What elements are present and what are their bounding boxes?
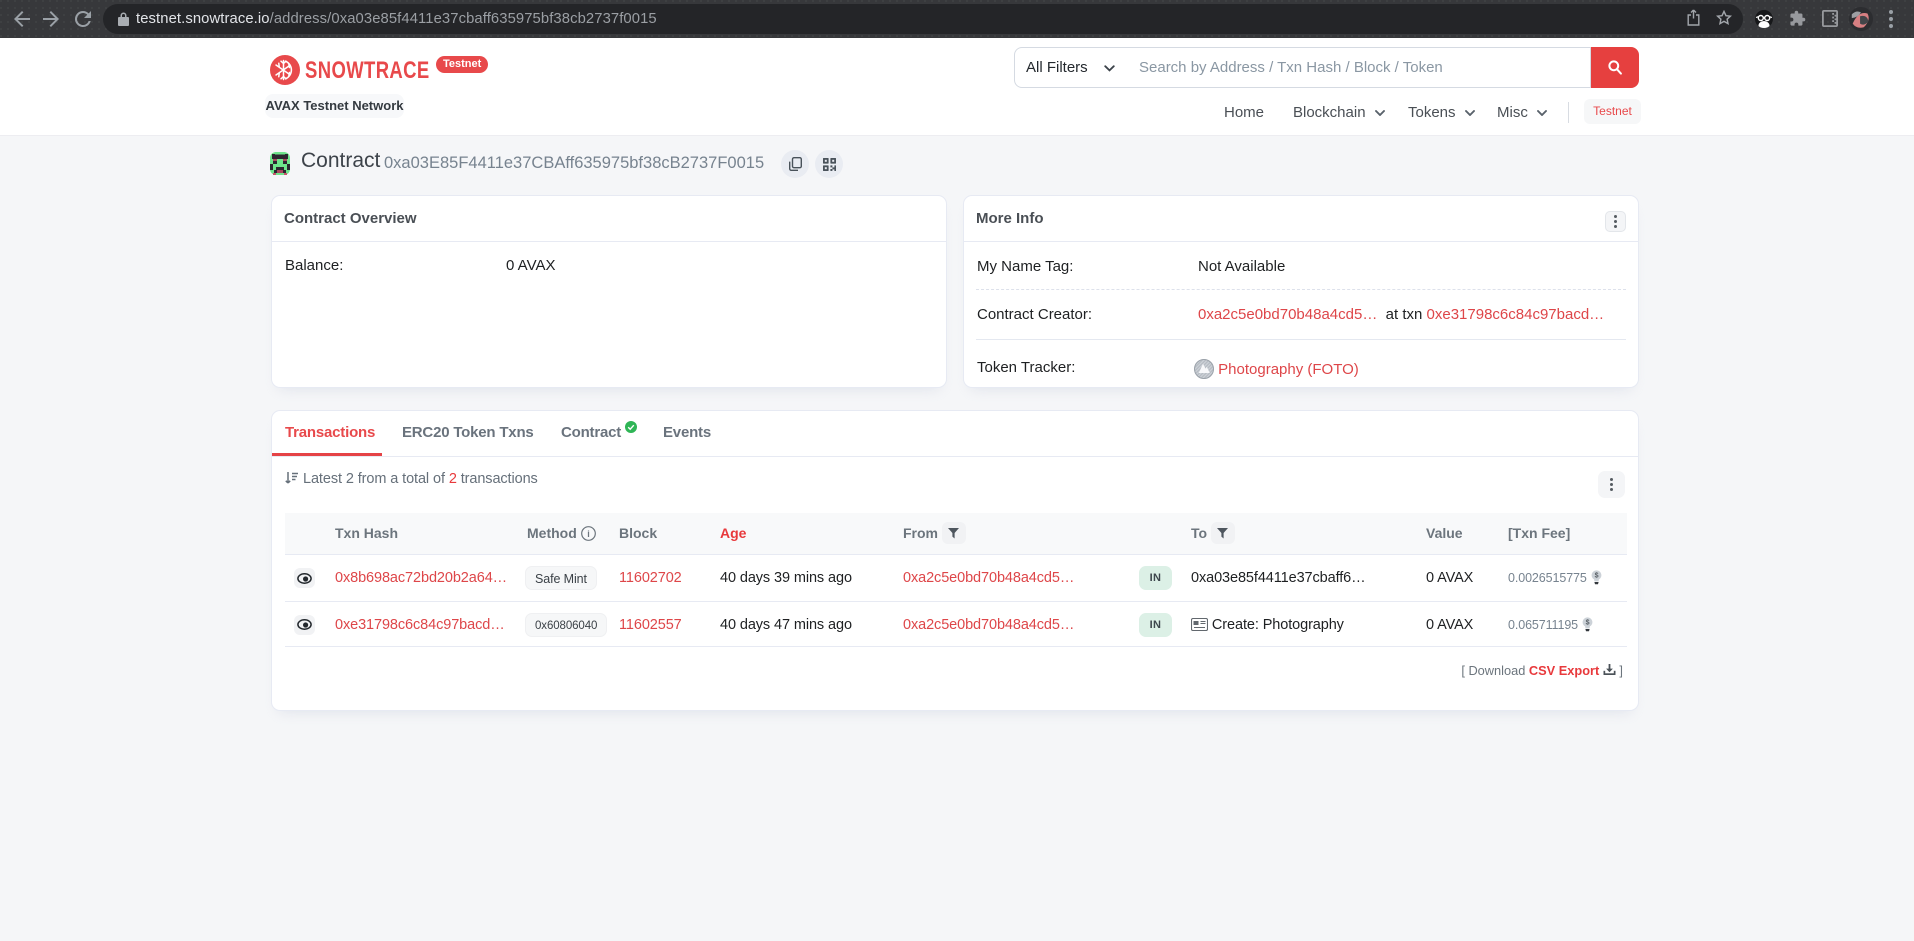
- svg-text:i: i: [587, 529, 590, 539]
- svg-text:$: $: [1594, 572, 1598, 579]
- svg-text:$: $: [1586, 619, 1590, 626]
